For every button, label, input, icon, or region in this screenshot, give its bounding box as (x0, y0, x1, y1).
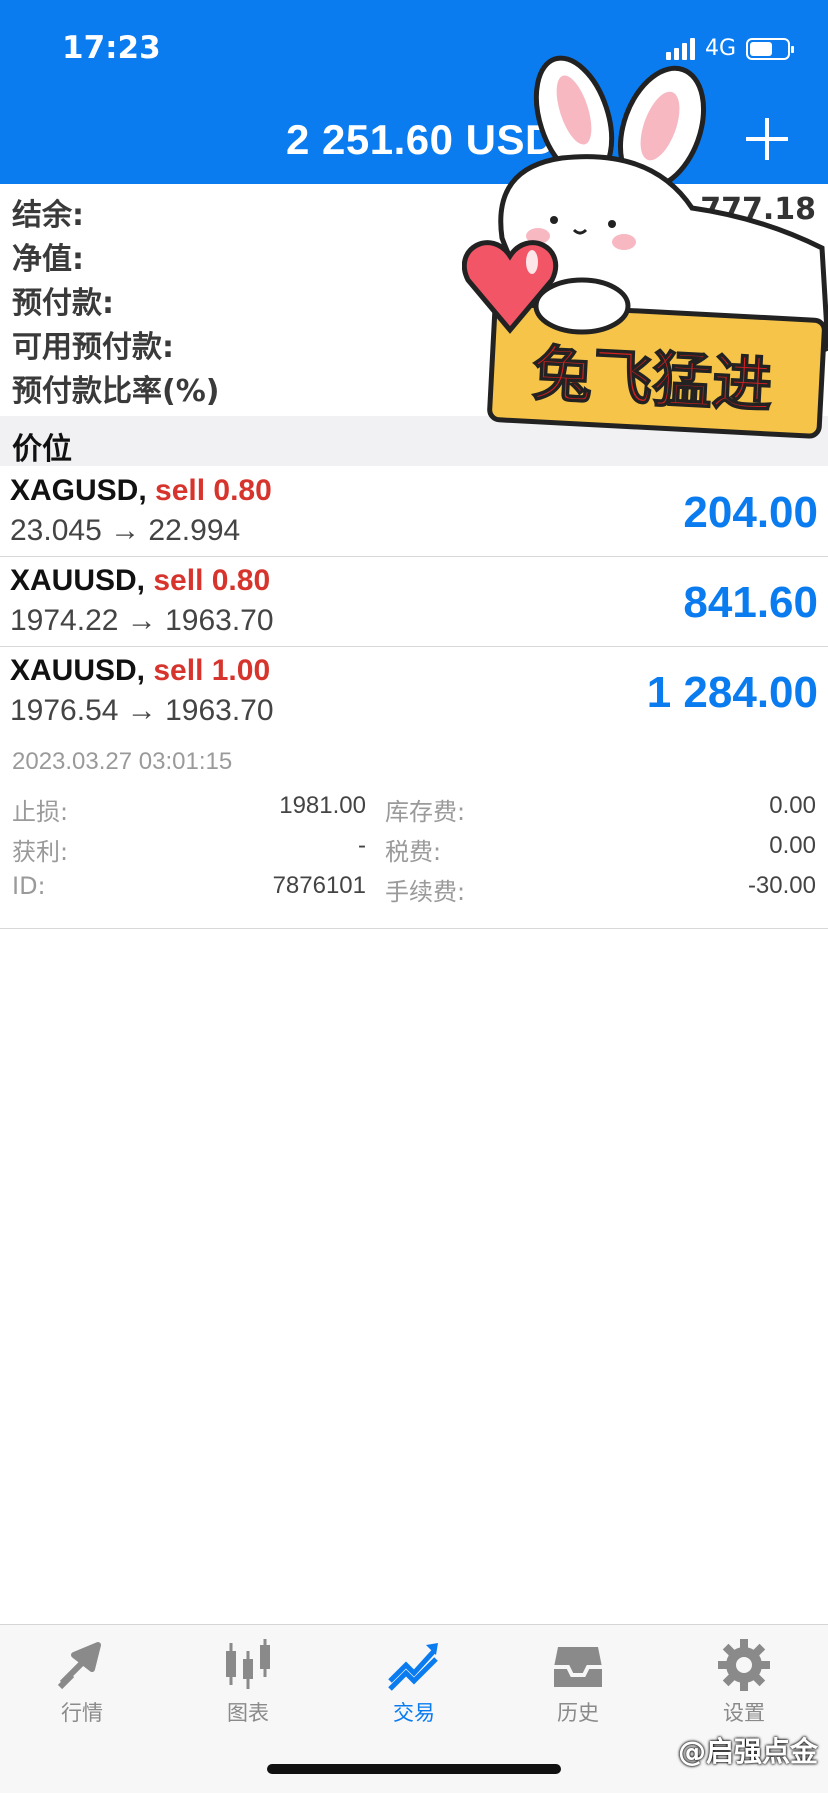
balance-label: 结余: (12, 198, 84, 233)
tab-label: 历史 (557, 1701, 599, 1725)
home-indicator[interactable] (267, 1764, 561, 1774)
margin-level-label: 预付款比率(%) (12, 374, 220, 409)
position-prices: 1974.22 → 1963.70 (10, 604, 274, 637)
margin-label: 预付款: (12, 286, 114, 321)
free-margin-label: 可用预付款: (12, 330, 174, 365)
take-profit-value: - (358, 832, 366, 859)
tab-settings[interactable]: 设置 (684, 1637, 804, 1727)
quotes-icon (57, 1642, 101, 1690)
position-prices: 1976.54 → 1963.70 (10, 694, 274, 727)
commission-label: 手续费: (385, 878, 466, 906)
tab-label: 行情 (61, 1701, 103, 1725)
position-details: 2023.03.27 03:01:15 止损: 1981.00 获利: - ID… (0, 736, 828, 929)
trade-icon (388, 1643, 438, 1691)
candlestick-icon (226, 1639, 270, 1689)
id-label: ID: (12, 872, 46, 900)
position-symbol: XAGUSD, sell 0.80 (10, 474, 272, 507)
stop-loss-label: 止损: (12, 798, 69, 826)
bunny-sticker-graphic: 兔飞猛进 (461, 55, 828, 439)
position-row[interactable]: XAUUSD, sell 0.80 1974.22 → 1963.70 841.… (0, 556, 828, 647)
swap-value: 0.00 (769, 792, 816, 819)
status-time: 17:23 (62, 30, 161, 66)
position-profit: 204.00 (683, 488, 818, 537)
take-profit-label: 获利: (12, 838, 69, 866)
tab-label: 设置 (723, 1701, 765, 1725)
tax-value: 0.00 (769, 832, 816, 859)
watermark: @启强点金 (677, 1735, 818, 1768)
tab-history[interactable]: 历史 (518, 1637, 638, 1727)
tab-charts[interactable]: 图表 (188, 1637, 308, 1727)
position-side: sell 0.80 (153, 564, 271, 597)
sticker-text: 兔飞猛进 (531, 339, 774, 421)
position-row[interactable]: XAGUSD, sell 0.80 23.045 → 22.994 204.00 (0, 466, 828, 557)
tab-label: 图表 (227, 1701, 269, 1725)
position-symbol: XAUUSD, sell 0.80 (10, 564, 271, 597)
position-side: sell 1.00 (153, 654, 271, 687)
equity-label: 净值: (12, 242, 84, 277)
position-row-expanded[interactable]: XAUUSD, sell 1.00 1976.54 → 1963.70 1 28… (0, 646, 828, 736)
id-value: 7876101 (272, 872, 366, 899)
tax-label: 税费: (385, 838, 442, 866)
open-time: 2023.03.27 03:01:15 (12, 748, 233, 775)
section-title: 价位 (12, 432, 72, 467)
gear-icon (718, 1639, 770, 1691)
position-profit: 1 284.00 (646, 668, 818, 717)
tab-label: 交易 (393, 1701, 435, 1725)
swap-label: 库存费: (385, 798, 466, 826)
position-profit: 841.60 (683, 578, 818, 627)
tab-quotes[interactable]: 行情 (22, 1637, 142, 1727)
commission-value: -30.00 (747, 872, 816, 899)
position-side: sell 0.80 (155, 474, 272, 507)
tab-trade[interactable]: 交易 (354, 1637, 474, 1727)
history-inbox-icon (554, 1647, 602, 1687)
position-symbol: XAUUSD, sell 1.00 (10, 654, 271, 687)
position-prices: 23.045 → 22.994 (10, 514, 241, 547)
stop-loss-value: 1981.00 (279, 792, 366, 819)
bunny-sticker: 兔飞猛进 (461, 48, 828, 448)
